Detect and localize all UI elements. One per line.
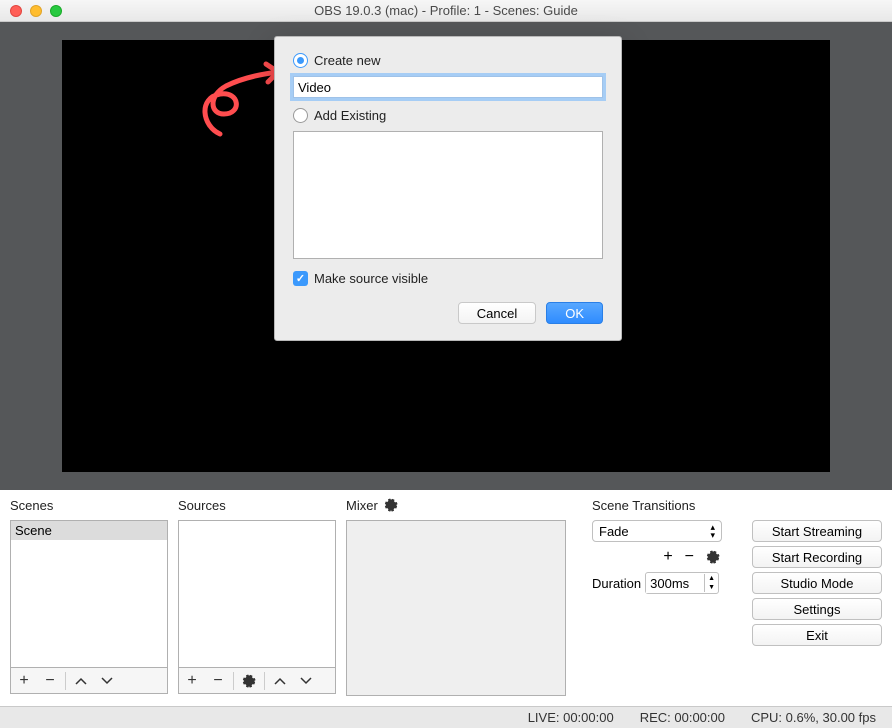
scenes-title: Scenes bbox=[10, 496, 168, 514]
sources-panel: Sources + − bbox=[178, 496, 336, 696]
source-name-input[interactable] bbox=[293, 76, 603, 98]
controls-panel: Start Streaming Start Recording Studio M… bbox=[752, 520, 882, 696]
title-bar: OBS 19.0.3 (mac) - Profile: 1 - Scenes: … bbox=[0, 0, 892, 22]
move-source-down-button[interactable] bbox=[293, 668, 319, 694]
move-source-up-button[interactable] bbox=[267, 668, 293, 694]
gear-icon[interactable] bbox=[706, 550, 720, 564]
mixer-body bbox=[346, 520, 566, 696]
sources-toolbar: + − bbox=[178, 668, 336, 694]
exit-button[interactable]: Exit bbox=[752, 624, 882, 646]
existing-sources-list[interactable] bbox=[293, 131, 603, 259]
gear-icon bbox=[242, 674, 256, 688]
make-visible-row[interactable]: Make source visible bbox=[293, 271, 603, 286]
cancel-button[interactable]: Cancel bbox=[458, 302, 536, 324]
duration-spinbox[interactable]: ▲ ▼ bbox=[645, 572, 719, 594]
add-transition-button[interactable]: + bbox=[663, 548, 672, 566]
remove-transition-button[interactable]: − bbox=[685, 548, 694, 566]
make-visible-label: Make source visible bbox=[314, 271, 428, 286]
scenes-list[interactable]: Scene bbox=[10, 520, 168, 668]
source-properties-button[interactable] bbox=[236, 668, 262, 694]
add-existing-label: Add Existing bbox=[314, 108, 386, 123]
mixer-title: Mixer bbox=[346, 498, 378, 513]
spin-down-button[interactable]: ▼ bbox=[705, 583, 718, 592]
chevron-updown-icon: ▴▾ bbox=[710, 523, 715, 539]
remove-source-button[interactable]: − bbox=[205, 668, 231, 694]
duration-input[interactable] bbox=[646, 574, 704, 593]
transition-selected: Fade bbox=[599, 524, 629, 539]
make-visible-checkbox[interactable] bbox=[293, 271, 308, 286]
list-item[interactable]: Scene bbox=[11, 521, 167, 540]
create-new-label: Create new bbox=[314, 53, 380, 68]
add-existing-radio[interactable] bbox=[293, 108, 308, 123]
scenes-toolbar: + − bbox=[10, 668, 168, 694]
start-recording-button[interactable]: Start Recording bbox=[752, 546, 882, 568]
mixer-panel: Mixer bbox=[346, 496, 566, 696]
status-live: LIVE: 00:00:00 bbox=[528, 710, 614, 725]
remove-scene-button[interactable]: − bbox=[37, 668, 63, 694]
add-source-button[interactable]: + bbox=[179, 668, 205, 694]
gear-icon[interactable] bbox=[384, 498, 398, 512]
studio-mode-button[interactable]: Studio Mode bbox=[752, 572, 882, 594]
status-cpu: CPU: 0.6%, 30.00 fps bbox=[751, 710, 876, 725]
sources-list[interactable] bbox=[178, 520, 336, 668]
settings-button[interactable]: Settings bbox=[752, 598, 882, 620]
add-existing-radio-row[interactable]: Add Existing bbox=[293, 108, 603, 123]
scenes-panel: Scenes Scene + − bbox=[10, 496, 168, 696]
duration-label: Duration bbox=[592, 576, 641, 591]
sources-title: Sources bbox=[178, 496, 336, 514]
transition-select[interactable]: Fade ▴▾ bbox=[592, 520, 722, 542]
start-streaming-button[interactable]: Start Streaming bbox=[752, 520, 882, 542]
status-rec: REC: 00:00:00 bbox=[640, 710, 725, 725]
status-bar: LIVE: 00:00:00 REC: 00:00:00 CPU: 0.6%, … bbox=[0, 706, 892, 728]
ok-button[interactable]: OK bbox=[546, 302, 603, 324]
add-scene-button[interactable]: + bbox=[11, 668, 37, 694]
transitions-panel: Scene Transitions Fade ▴▾ + − Duration ▲… bbox=[592, 496, 732, 696]
add-source-dialog: Create new Add Existing Make source visi… bbox=[274, 36, 622, 341]
create-new-radio-row[interactable]: Create new bbox=[293, 53, 603, 68]
move-scene-down-button[interactable] bbox=[94, 668, 120, 694]
move-scene-up-button[interactable] bbox=[68, 668, 94, 694]
window-title: OBS 19.0.3 (mac) - Profile: 1 - Scenes: … bbox=[0, 3, 892, 18]
transitions-title: Scene Transitions bbox=[592, 496, 732, 514]
spin-up-button[interactable]: ▲ bbox=[705, 574, 718, 583]
create-new-radio[interactable] bbox=[293, 53, 308, 68]
